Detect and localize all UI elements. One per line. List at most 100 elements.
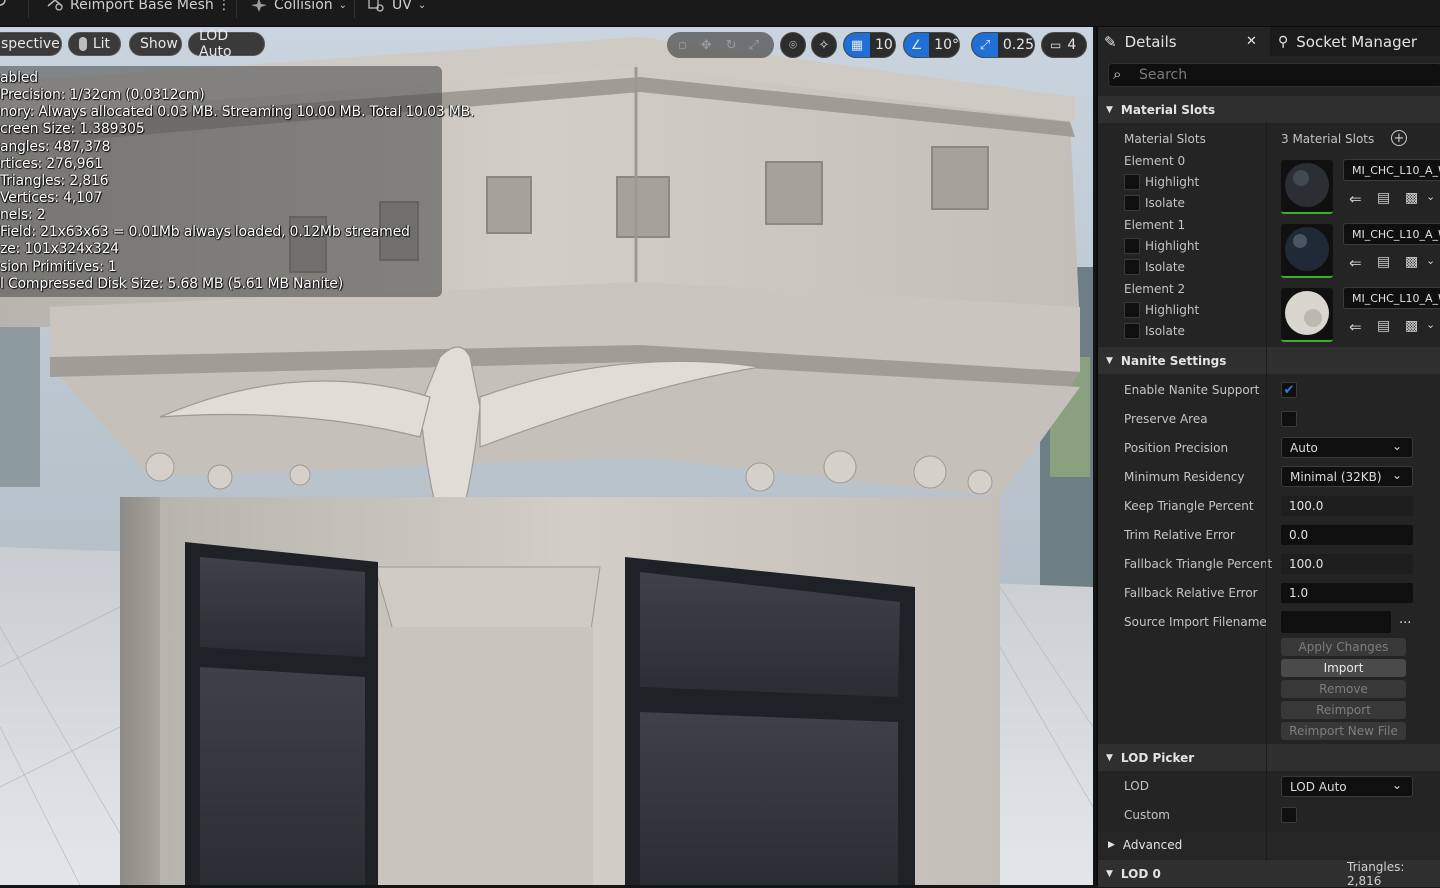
min-residency-select[interactable]: Minimal (32KB) ⌄	[1281, 466, 1413, 487]
keep-triangle-input[interactable]: 100.0	[1281, 496, 1413, 516]
isolate-label: Isolate	[1145, 260, 1185, 274]
remove-button[interactable]: Remove	[1281, 680, 1406, 698]
use-selected-icon[interactable]: ⇐	[1349, 190, 1367, 208]
uv-menu[interactable]: UV ⌄	[368, 0, 426, 15]
stat-line: ze: 101x324x324	[0, 241, 119, 257]
lit-menu[interactable]: Lit	[68, 32, 121, 56]
reimport-new-file-button[interactable]: Reimport New File	[1281, 722, 1406, 740]
fallback-error-input[interactable]: 1.0	[1281, 583, 1413, 603]
reimport-base-mesh-button[interactable]: Reimport Base Mesh	[46, 0, 214, 15]
material-2-picker[interactable]: MI_CHC_L10_A_W	[1343, 287, 1440, 309]
toolbar-divider	[354, 0, 355, 18]
material-slots-label: Material Slots	[1124, 132, 1206, 146]
use-selected-icon[interactable]: ⇐	[1349, 318, 1367, 336]
chevron-right-icon: ▶	[1108, 839, 1115, 850]
chevron-down-icon: ⌄	[1391, 778, 1402, 792]
section-material-slots[interactable]: ▼ Material Slots	[1098, 96, 1440, 123]
perspective-menu[interactable]: spective	[0, 32, 62, 56]
reimport-options-icon[interactable]: ⋮	[217, 0, 231, 15]
element-0-highlight-checkbox[interactable]	[1124, 174, 1140, 190]
material-1-picker[interactable]: MI_CHC_L10_A_W	[1343, 223, 1440, 245]
perspective-label: spective	[1, 36, 60, 52]
chevron-down-icon: ▼	[1106, 355, 1113, 366]
lod-select[interactable]: LOD Auto ⌄	[1281, 776, 1413, 797]
camera-speed-button[interactable]: ▭ 4	[1041, 32, 1087, 58]
transform-tools-group[interactable]: ▫ ✥ ↻ ⤢	[667, 32, 774, 58]
surface-snap-button[interactable]: ✧	[811, 32, 837, 58]
section-nanite-settings[interactable]: ▼ Nanite Settings	[1098, 347, 1440, 374]
pencil-icon: ✎	[1104, 32, 1117, 51]
world-local-button[interactable]: ⌾	[780, 32, 806, 58]
grid-snap-button[interactable]: ▦ 10	[843, 32, 896, 58]
select-icon[interactable]: ▫	[678, 38, 687, 53]
element-0-isolate-checkbox[interactable]	[1124, 195, 1140, 211]
min-residency-label: Minimum Residency	[1124, 470, 1245, 484]
scale-icon[interactable]: ⤢	[749, 38, 759, 53]
section-lod-picker[interactable]: ▼ LOD Picker	[1098, 744, 1440, 771]
scale-snap-button[interactable]: ⤢ 0.25	[971, 32, 1035, 58]
chevron-down-icon[interactable]: ⌄	[1426, 190, 1440, 206]
grid-snap-value: 10	[875, 37, 893, 53]
add-slot-icon[interactable]: +	[1391, 130, 1407, 146]
section-lod0[interactable]: ▼ LOD 0 Triangles: 2,816	[1098, 860, 1440, 888]
custom-lod-checkbox[interactable]	[1281, 807, 1297, 823]
material-0-thumbnail[interactable]	[1281, 160, 1333, 214]
isolate-label: Isolate	[1145, 324, 1185, 338]
position-precision-select[interactable]: Auto ⌄	[1281, 437, 1413, 458]
enable-nanite-checkbox[interactable]: ✔	[1281, 382, 1297, 398]
element-2-highlight-checkbox[interactable]	[1124, 302, 1140, 318]
move-icon[interactable]: ✥	[701, 38, 712, 53]
preserve-area-checkbox[interactable]	[1281, 411, 1297, 427]
rotation-snap-button[interactable]: ∠ 10°	[903, 32, 960, 58]
stat-line: nels: 2	[0, 207, 46, 223]
material-slots-count: 3 Material Slots	[1281, 132, 1375, 146]
globe-icon: ⌾	[789, 37, 797, 53]
chevron-down-icon: ⌄	[1391, 439, 1402, 453]
collision-icon	[251, 0, 267, 12]
chevron-down-icon[interactable]: ⌄	[1426, 254, 1440, 270]
lod-menu[interactable]: LOD Auto	[188, 28, 265, 60]
checkmark-icon: ✔	[1283, 382, 1295, 398]
trim-error-input[interactable]: 0.0	[1281, 525, 1413, 545]
browse-button[interactable]: ...	[1399, 612, 1411, 627]
search-icon: ⌕	[1113, 65, 1122, 83]
element-1-isolate-checkbox[interactable]	[1124, 259, 1140, 275]
element-2-label: Element 2	[1124, 282, 1186, 296]
viewport[interactable]: spective Lit Show LOD Auto ▫ ✥ ↻ ⤢ ⌾ ✧ ▦…	[0, 27, 1093, 885]
collision-menu[interactable]: Collision ⌄	[250, 0, 347, 15]
reimport-button[interactable]: Reimport	[1281, 701, 1406, 719]
stat-line: sion Primitives: 1	[0, 259, 117, 275]
browse-folder-icon[interactable]: ▤	[1377, 254, 1395, 270]
tab-socket-manager[interactable]: ⚲ Socket Manager	[1278, 27, 1417, 56]
section-advanced[interactable]: ▶ Advanced	[1098, 831, 1440, 858]
element-1-highlight-checkbox[interactable]	[1124, 238, 1140, 254]
element-2-isolate-checkbox[interactable]	[1124, 323, 1140, 339]
collision-label: Collision	[274, 0, 333, 13]
apply-changes-button[interactable]: Apply Changes	[1281, 638, 1406, 656]
search-input[interactable]: ⌕ Search	[1108, 63, 1440, 87]
checker-icon[interactable]: ▩	[1405, 254, 1423, 270]
section-title: LOD 0	[1120, 866, 1161, 881]
material-1-thumbnail[interactable]	[1281, 224, 1333, 278]
rotate-icon[interactable]: ↻	[726, 38, 737, 53]
use-selected-icon[interactable]: ⇐	[1349, 254, 1367, 272]
checker-icon[interactable]: ▩	[1405, 318, 1423, 334]
material-0-picker[interactable]: MI_CHC_L10_A_W	[1343, 159, 1440, 181]
partial-icon[interactable]	[0, 0, 10, 15]
browse-folder-icon[interactable]: ▤	[1377, 318, 1395, 334]
socket-icon: ⚲	[1278, 33, 1289, 50]
source-file-input[interactable]	[1281, 611, 1391, 633]
rotation-snap-value: 10°	[934, 37, 959, 53]
browse-folder-icon[interactable]: ▤	[1377, 190, 1395, 206]
tab-details[interactable]: ✎ Details ✕	[1098, 27, 1270, 56]
lod-label: LOD	[1124, 779, 1149, 793]
section-title: Material Slots	[1120, 102, 1216, 117]
close-icon[interactable]: ✕	[1246, 34, 1257, 49]
show-menu[interactable]: Show	[129, 32, 182, 56]
material-2-thumbnail[interactable]	[1281, 288, 1333, 342]
import-button[interactable]: Import	[1281, 659, 1406, 677]
checker-icon[interactable]: ▩	[1405, 190, 1423, 206]
chevron-down-icon[interactable]: ⌄	[1426, 318, 1440, 334]
fallback-triangle-input[interactable]: 100.0	[1281, 554, 1413, 574]
section-title: Advanced	[1122, 837, 1183, 852]
